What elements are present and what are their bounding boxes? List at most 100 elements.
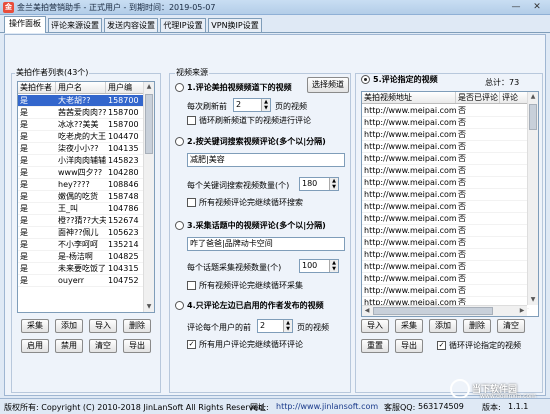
table-row[interactable]: 是 不小李呵呵 135214 (18, 239, 145, 251)
video-clear-button[interactable]: 清空 (497, 319, 525, 333)
video-collect-button[interactable]: 采集 (395, 319, 423, 333)
table-row[interactable]: http://www.meipai.com/m否 (362, 273, 529, 285)
topic-count-stepper[interactable]: 100 ▲ ▼ (299, 259, 339, 273)
table-row[interactable]: http://www.meipai.com/m否 (362, 153, 529, 165)
table-row[interactable]: 是 www四夕?? 104280 (18, 167, 145, 179)
table-row[interactable]: http://www.meipai.com/m否 (362, 165, 529, 177)
select-channel-button[interactable]: 选择频道 (307, 77, 349, 93)
author-add-button[interactable]: 添加 (55, 319, 83, 333)
table-row[interactable]: 是 吃老虎的大王 104470 (18, 131, 145, 143)
source-option-2-label[interactable]: 2.按关键词搜索视频评论(多个以|分隔) (187, 136, 326, 147)
video-import-button[interactable]: 导入 (361, 319, 389, 333)
author-collect-button[interactable]: 采集 (21, 319, 49, 333)
col-video-url[interactable]: 美拍视频地址 (362, 92, 456, 103)
col-userid[interactable]: 用户编 (106, 82, 145, 93)
username-cell: 冰冰??美美 (58, 120, 99, 129)
source-option-5-radio[interactable] (361, 75, 370, 84)
col-username[interactable]: 用户名 (56, 82, 106, 93)
scroll-up-icon[interactable]: ▲ (144, 82, 154, 92)
video-rows: http://www.meipai.com/m否http://www.meipa… (362, 105, 529, 309)
table-row[interactable]: http://www.meipai.com/m否 (362, 261, 529, 273)
author-list-scrollbar[interactable]: ▲ ▼ (143, 82, 154, 312)
video-list-hscrollbar[interactable]: ◀ ▶ (362, 305, 527, 316)
col-comment[interactable]: 评论 (500, 92, 529, 103)
table-row[interactable]: 是 茜茜爱肉肉?? 158700 (18, 107, 145, 119)
table-row[interactable]: http://www.meipai.com/m否 (362, 177, 529, 189)
table-row[interactable]: 是 未来要吃饭了 104315 (18, 263, 145, 275)
table-row[interactable]: http://www.meipai.com/m否 (362, 189, 529, 201)
tab-proxy-ip[interactable]: 代理IP设置 (160, 18, 206, 32)
table-row[interactable]: 是 小洋肉肉辅辅 145823 (18, 155, 145, 167)
tab-vpn-ip[interactable]: VPN换IP设置 (208, 18, 262, 32)
scroll-thumb[interactable] (529, 104, 537, 130)
table-row[interactable]: http://www.meipai.com/m否 (362, 213, 529, 225)
col-commented[interactable]: 是否已评论 (456, 92, 500, 103)
table-row[interactable]: 是 hey???? 108846 (18, 179, 145, 191)
close-button[interactable]: ✕ (527, 1, 547, 14)
table-row[interactable]: 是 ouyerr 104752 (18, 275, 145, 287)
table-row[interactable]: http://www.meipai.com/m否 (362, 249, 529, 261)
scroll-left-icon[interactable]: ◀ (362, 306, 372, 316)
table-row[interactable]: 是 王_叫 104786 (18, 203, 145, 215)
table-row[interactable]: http://www.meipai.com/m否 (362, 105, 529, 117)
keyword-count-stepper[interactable]: 180 ▲ ▼ (299, 177, 339, 191)
table-row[interactable]: 是 面神??佩儿 105623 (18, 227, 145, 239)
video-add-button[interactable]: 添加 (429, 319, 457, 333)
video-delete-button[interactable]: 删除 (463, 319, 491, 333)
per-user-pages-stepper[interactable]: 2 ▲ ▼ (257, 319, 293, 333)
author-enabled-cell: 是 (20, 156, 28, 165)
source-option-3-label[interactable]: 3.采集话题中的视频评论(多个以|分隔) (187, 220, 326, 231)
table-row[interactable]: 是 冰冰??美美 158700 (18, 119, 145, 131)
table-row[interactable]: 是 橙??猜??大夫 152674 (18, 215, 145, 227)
minimize-button[interactable]: — (507, 1, 525, 14)
video-url-list[interactable]: 美拍视频地址 是否已评论 评论 http://www.meipai.com/m否… (361, 91, 539, 317)
topics-input[interactable]: 咋了爸爸|品牌动卡空间 (187, 237, 345, 251)
scroll-right-icon[interactable]: ▶ (517, 306, 527, 316)
source-option-3-radio[interactable] (175, 221, 184, 230)
source-option-5-label[interactable]: 5.评论指定的视频 (373, 74, 438, 85)
source-option-2-radio[interactable] (175, 137, 184, 146)
author-list[interactable]: 美拍作者 用户名 用户编 是大老胡?? 158700 是茜茜爱肉肉?? 158700 是… (17, 81, 155, 313)
author-clear-button[interactable]: 清空 (89, 339, 117, 353)
author-enable-button[interactable]: 启用 (21, 339, 49, 353)
author-export-button[interactable]: 导出 (123, 339, 151, 353)
tab-send-content[interactable]: 发送内容设置 (104, 18, 158, 32)
table-row[interactable]: http://www.meipai.com/m否 (362, 237, 529, 249)
col-author[interactable]: 美拍作者 (18, 82, 56, 93)
loop-search-checkbox[interactable] (187, 198, 196, 207)
scroll-down-icon[interactable]: ▼ (144, 302, 154, 312)
tab-control-panel[interactable]: 操作面板 (4, 16, 46, 33)
tab-comment-source[interactable]: 评论来源设置 (48, 18, 102, 32)
table-row[interactable]: 是 嫩偶的吃货 158748 (18, 191, 145, 203)
source-option-1-label[interactable]: 1.评论美拍视频频道下的视频 (187, 82, 292, 93)
loop-users-checkbox[interactable]: ✓ (187, 340, 196, 349)
table-row[interactable]: 是 大老胡?? 158700 (18, 95, 145, 107)
table-row[interactable]: http://www.meipai.com/m否 (362, 225, 529, 237)
author-delete-button[interactable]: 删除 (123, 319, 151, 333)
scroll-up-icon[interactable]: ▲ (528, 92, 538, 102)
table-row[interactable]: http://www.meipai.com/m否 (362, 141, 529, 153)
loop-channel-checkbox[interactable] (187, 116, 196, 125)
loop-specified-checkbox[interactable]: ✓ (437, 341, 446, 350)
video-reset-button[interactable]: 重置 (361, 339, 389, 353)
source-option-1-radio[interactable] (175, 83, 184, 92)
keywords-input[interactable]: 减肥|美容 (187, 153, 345, 167)
scroll-down-icon[interactable]: ▼ (528, 295, 538, 305)
scroll-thumb[interactable] (373, 307, 493, 315)
table-row[interactable]: http://www.meipai.com/m否 (362, 117, 529, 129)
author-disable-button[interactable]: 禁用 (55, 339, 83, 353)
table-row[interactable]: 是 是-杨洁啊 104825 (18, 251, 145, 263)
refresh-pages-stepper[interactable]: 2 ▲ ▼ (233, 98, 271, 112)
video-export-button[interactable]: 导出 (395, 339, 423, 353)
table-row[interactable]: 是 柒夜小小?? 104135 (18, 143, 145, 155)
table-row[interactable]: http://www.meipai.com/m否 (362, 129, 529, 141)
video-list-vscrollbar[interactable]: ▲ ▼ (527, 92, 538, 305)
source-option-4-label[interactable]: 4.只评论左边已启用的作者发布的视频 (187, 300, 324, 311)
source-option-4-radio[interactable] (175, 301, 184, 310)
loop-collect-checkbox[interactable] (187, 281, 196, 290)
table-row[interactable]: http://www.meipai.com/m否 (362, 201, 529, 213)
author-import-button[interactable]: 导入 (89, 319, 117, 333)
site-link[interactable]: http://www.jinlansoft.com (276, 402, 378, 411)
scroll-thumb[interactable] (145, 94, 153, 154)
table-row[interactable]: http://www.meipai.com/m否 (362, 285, 529, 297)
